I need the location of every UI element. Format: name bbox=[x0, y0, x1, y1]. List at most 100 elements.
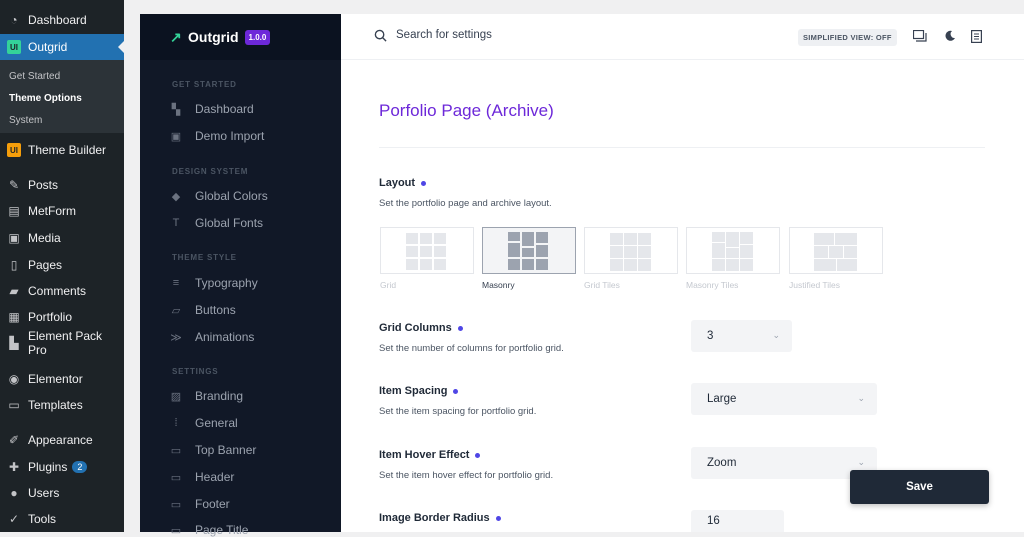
wp-menu-appearance[interactable]: ✐ Appearance bbox=[0, 427, 124, 453]
grid-columns-select[interactable]: 3 ⌄ bbox=[691, 320, 792, 352]
paint-bucket-icon: ◆ bbox=[171, 190, 181, 203]
outgrid-title: Outgrid bbox=[188, 29, 239, 45]
wp-menu-outgrid[interactable]: UI Outgrid bbox=[0, 34, 124, 60]
wp-menu-templates[interactable]: ▭ Templates bbox=[0, 392, 124, 418]
page-title-icon: ▭ bbox=[170, 524, 182, 537]
simplified-view-toggle[interactable]: SIMPLIFIED VIEW: OFF bbox=[798, 29, 897, 46]
wp-menu-plugins[interactable]: ✚ Plugins 2 bbox=[0, 454, 124, 480]
og-item-branding[interactable]: ▨ Branding bbox=[170, 389, 243, 403]
info-dot-icon bbox=[475, 452, 481, 458]
wp-menu-media[interactable]: ▣ Media bbox=[0, 225, 124, 251]
layout-option-masonry-tiles[interactable] bbox=[686, 227, 780, 274]
og-item-global-fonts[interactable]: T Global Fonts bbox=[170, 216, 263, 230]
info-dot-icon bbox=[495, 515, 501, 521]
user-icon: ● bbox=[10, 486, 18, 500]
typography-icon: ≡ bbox=[172, 277, 180, 289]
layout-label: Layout bbox=[379, 177, 427, 189]
chevron-down-icon: ⌄ bbox=[857, 457, 865, 467]
wp-submenu: Get Started Theme Options System bbox=[0, 60, 124, 133]
wp-submenu-system[interactable]: System bbox=[9, 115, 42, 126]
og-item-animations[interactable]: ≫ Animations bbox=[170, 330, 254, 344]
wrench-icon: ✓ bbox=[8, 512, 20, 526]
item-spacing-label: Item Spacing bbox=[379, 385, 459, 397]
og-item-header[interactable]: ▭ Header bbox=[170, 470, 235, 484]
layout-name-grid-tiles: Grid Tiles bbox=[584, 280, 620, 290]
info-dot-icon bbox=[457, 325, 463, 331]
wp-menu-pages[interactable]: ▯ Pages bbox=[0, 252, 124, 278]
search-input[interactable] bbox=[396, 29, 596, 41]
og-item-buttons[interactable]: ▱ Buttons bbox=[170, 303, 236, 317]
wp-submenu-get-started[interactable]: Get Started bbox=[9, 71, 60, 82]
brush-icon: ✐ bbox=[8, 433, 20, 447]
og-item-top-banner[interactable]: ▭ Top Banner bbox=[170, 443, 257, 457]
page-title: Porfolio Page (Archive) bbox=[379, 101, 554, 120]
portfolio-icon: ▦ bbox=[8, 310, 20, 324]
og-item-page-title[interactable]: ▭ Page Title bbox=[170, 523, 249, 537]
border-radius-input[interactable]: 16 bbox=[691, 510, 784, 532]
masonry-layout-icon bbox=[508, 232, 548, 270]
og-item-general[interactable]: ⁞ General bbox=[170, 416, 237, 430]
wp-menu-metform[interactable]: ▤ MetForm bbox=[0, 198, 124, 224]
layout-name-justified-tiles: Justified Tiles bbox=[789, 280, 841, 290]
wp-admin-sidebar: ◔ Dashboard UI Outgrid Get Started Theme O… bbox=[0, 0, 124, 532]
save-button[interactable]: Save bbox=[850, 470, 989, 504]
sliders-icon: ⁞ bbox=[174, 417, 178, 429]
section-get-started: GET STARTED bbox=[172, 80, 237, 89]
layout-option-grid-tiles[interactable] bbox=[584, 227, 678, 274]
info-dot-icon bbox=[421, 180, 427, 186]
metform-icon: ▤ bbox=[8, 204, 20, 218]
masonry-tiles-layout-icon bbox=[712, 232, 753, 271]
grid-layout-icon bbox=[406, 233, 446, 270]
section-design-system: DESIGN SYSTEM bbox=[172, 167, 249, 176]
dashboard-grid-icon: ▚ bbox=[171, 103, 181, 116]
wp-menu-posts[interactable]: ✎ Posts bbox=[0, 172, 124, 198]
outgrid-sidebar: ↗ Outgrid 1.0.0 GET STARTED ▚ Dashboard ▣… bbox=[140, 14, 341, 537]
info-dot-icon bbox=[453, 388, 459, 394]
hover-effect-desc: Set the item hover effect for portfolio … bbox=[379, 470, 554, 481]
layout-option-grid[interactable] bbox=[380, 227, 474, 274]
layout-desc: Set the portfolio page and archive layou… bbox=[379, 198, 552, 209]
outgrid-header: ↗ Outgrid 1.0.0 bbox=[140, 14, 341, 60]
og-item-demo-import[interactable]: ▣ Demo Import bbox=[170, 129, 265, 143]
search-icon bbox=[374, 29, 387, 42]
plugins-update-badge: 2 bbox=[72, 461, 88, 473]
elementor-icon: ◉ bbox=[8, 372, 20, 386]
grid-columns-label: Grid Columns bbox=[379, 322, 463, 334]
layout-name-masonry: Masonry bbox=[482, 280, 515, 290]
windows-icon[interactable] bbox=[913, 29, 927, 43]
theme-builder-icon: UI bbox=[7, 143, 21, 157]
divider bbox=[379, 147, 985, 148]
layout-name-masonry-tiles: Masonry Tiles bbox=[686, 280, 739, 290]
media-icon: ▣ bbox=[8, 231, 20, 245]
pages-icon: ▯ bbox=[10, 258, 18, 272]
wp-menu-theme-builder[interactable]: UI Theme Builder bbox=[0, 137, 124, 163]
dark-mode-icon[interactable] bbox=[943, 29, 957, 43]
wp-menu-element-pack-pro[interactable]: ▙ Element Pack Pro bbox=[0, 329, 124, 357]
chevron-down-icon: ⌄ bbox=[772, 330, 780, 340]
wp-menu-elementor[interactable]: ◉ Elementor bbox=[0, 366, 124, 392]
top-bar: SIMPLIFIED VIEW: OFF bbox=[341, 14, 1024, 60]
hover-effect-label: Item Hover Effect bbox=[379, 449, 481, 461]
og-item-typography[interactable]: ≡ Typography bbox=[170, 276, 258, 290]
layout-option-masonry[interactable] bbox=[482, 227, 576, 274]
og-item-footer[interactable]: ▭ Footer bbox=[170, 497, 230, 511]
item-spacing-desc: Set the item spacing for portfolio grid. bbox=[379, 406, 537, 417]
element-pack-icon: ▙ bbox=[9, 336, 19, 350]
grid-tiles-layout-icon bbox=[610, 233, 651, 271]
og-item-global-colors[interactable]: ◆ Global Colors bbox=[170, 189, 268, 203]
wp-menu-users[interactable]: ● Users bbox=[0, 480, 124, 506]
item-spacing-select[interactable]: Large ⌄ bbox=[691, 383, 877, 415]
image-icon: ▨ bbox=[170, 390, 182, 403]
og-item-dashboard[interactable]: ▚ Dashboard bbox=[170, 102, 254, 116]
documentation-icon[interactable] bbox=[969, 29, 983, 43]
dashboard-icon: ◔ bbox=[10, 13, 18, 27]
wp-menu-comments[interactable]: ▰ Comments bbox=[0, 278, 124, 304]
layout-option-justified-tiles[interactable] bbox=[789, 227, 883, 274]
wp-submenu-theme-options[interactable]: Theme Options bbox=[9, 93, 82, 104]
wp-menu-dashboard[interactable]: ◔ Dashboard bbox=[0, 7, 124, 33]
wp-menu-portfolio[interactable]: ▦ Portfolio bbox=[0, 304, 124, 330]
section-settings: SETTINGS bbox=[172, 367, 219, 376]
banner-icon: ▭ bbox=[170, 444, 182, 457]
wp-menu-tools[interactable]: ✓ Tools bbox=[0, 506, 124, 532]
justified-tiles-layout-icon bbox=[814, 233, 857, 271]
